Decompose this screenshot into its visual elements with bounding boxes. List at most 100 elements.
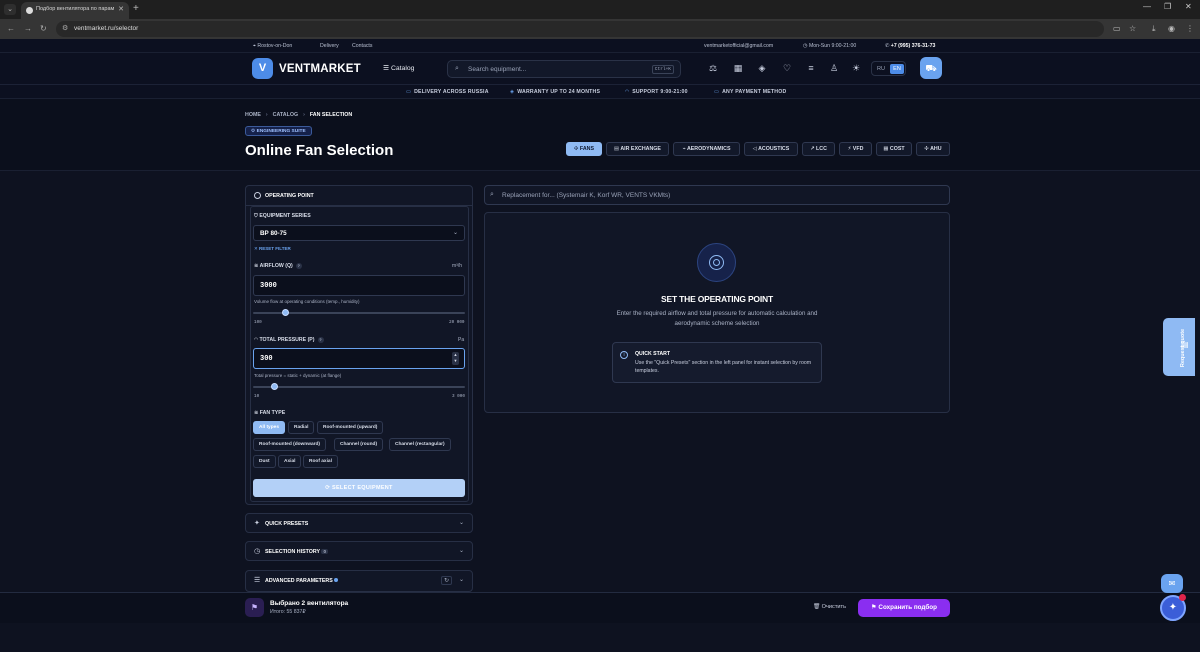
fan-type-dust[interactable]: Dust (253, 455, 276, 468)
fan-type-roof-upward[interactable]: Roof-mounted (upward) (317, 421, 384, 434)
favorites-heart-icon[interactable]: ♡ (781, 63, 793, 74)
fan-type-label: ≋ FAN TYPE (254, 410, 286, 416)
tab-list-chevron-icon[interactable]: ⌄ (4, 4, 16, 15)
new-tab-icon[interactable]: + (133, 3, 139, 14)
compare-scale-icon[interactable]: ⚖ (707, 63, 719, 74)
shield-icon: ◈ (510, 89, 515, 95)
tab-acoustics[interactable]: ◁ ACOUSTICS (744, 142, 798, 156)
delivery-link[interactable]: Delivery (320, 43, 339, 49)
selection-history-title: SELECTION HISTORY 0 (265, 549, 328, 555)
target-icon (697, 243, 736, 282)
search-box[interactable]: ⌕ Ctrl+K (447, 60, 681, 78)
airflow-min: 100 (254, 320, 262, 325)
replacement-search[interactable]: ⌕ (484, 185, 950, 205)
advanced-parameters-title: ADVANCED PARAMETERS (265, 578, 339, 584)
url-field[interactable]: ⚙ ventmarket.ru/selector (56, 21, 1104, 37)
chevron-down-icon: ⌄ (458, 548, 464, 554)
search-icon: ⌕ (490, 191, 494, 198)
quick-start-title: QUICK START (635, 351, 671, 357)
quick-start-box: i QUICK START Use the "Quick Presets" se… (612, 342, 822, 383)
spinner-arrows-icon[interactable]: ▲ ▼ (452, 352, 459, 365)
calculator-icon[interactable]: ▦ (732, 63, 744, 74)
airflow-slider-thumb[interactable] (281, 309, 289, 316)
advanced-parameters-accordion[interactable]: ☰ ADVANCED PARAMETERS ↻ ⌄ (245, 570, 473, 592)
series-select[interactable]: ВР 80-75 ⌄ (253, 225, 465, 241)
user-icon[interactable]: ♙ (828, 63, 840, 74)
contacts-link[interactable]: Contacts (352, 43, 372, 49)
tab-ahu[interactable]: ✣ AHU (916, 142, 950, 156)
fan-type-axial[interactable]: Axial (278, 455, 302, 468)
fan-type-channel-rectangular[interactable]: Channel (rectangular) (389, 438, 451, 451)
download-icon[interactable]: ⤓ (1152, 24, 1156, 34)
tab-title: Подбор вентилятора по парам... (36, 6, 114, 12)
pressure-input[interactable]: 300 ▲ ▼ (253, 348, 465, 369)
browser-menu-icon[interactable]: ⋮ (1186, 24, 1194, 33)
notification-dot (1179, 594, 1186, 601)
bookmark-star-icon[interactable]: ☆ (1129, 24, 1136, 33)
profile-icon[interactable]: ◉ (1168, 24, 1175, 33)
request-quote-tab[interactable] (1163, 318, 1195, 376)
replacement-input[interactable] (502, 190, 932, 201)
tab-vfd[interactable]: ⚡ VFD (839, 142, 872, 156)
cart-button[interactable]: ⛟ (920, 57, 942, 79)
breadcrumb-home[interactable]: HOME (245, 112, 261, 118)
chat-icon[interactable]: ✉ (1161, 574, 1183, 593)
select-equipment-button[interactable]: ⟳ SELECT EQUIPMENT (253, 479, 465, 497)
lang-en-button[interactable]: EN (890, 64, 904, 74)
reload-icon[interactable]: ↻ (40, 24, 47, 33)
fan-type-radial[interactable]: Radial (288, 421, 315, 434)
cast-icon[interactable]: ▭ (1113, 24, 1121, 33)
help-icon[interactable]: ? (295, 263, 302, 269)
clear-button[interactable]: 🗑 Очистить (813, 604, 846, 610)
city-selector[interactable]: ⌖ Rostov-on-Don (253, 43, 292, 50)
tab-aerodynamics[interactable]: ⌁ AERODYNAMICS (673, 142, 740, 156)
quick-presets-accordion[interactable]: ✦ QUICK PRESETS ⌄ (245, 513, 473, 533)
airflow-input[interactable]: 3000 (253, 275, 465, 296)
catalog-button[interactable]: ☰ Catalog (378, 61, 419, 76)
browser-tab[interactable]: Подбор вентилятора по парам... ✕ (21, 2, 129, 19)
fan-type-roof-downward[interactable]: Roof-mounted (downward) (253, 438, 327, 451)
airflow-max: 20 000 (449, 320, 465, 325)
tab-fans[interactable]: ✣ FANS (566, 142, 602, 156)
fan-type-roof-axial[interactable]: Roof axial (303, 455, 338, 468)
result-title: SET THE OPERATING POINT (661, 294, 773, 304)
site-info-icon[interactable]: ⚙ (62, 24, 68, 32)
theme-sun-icon[interactable]: ☀ (850, 63, 862, 74)
quick-start-text: Use the "Quick Presets" section in the l… (635, 360, 812, 374)
history-clock-icon: ◷ (254, 548, 261, 555)
phone-link[interactable]: ✆ +7 (995) 376-31-73 (885, 43, 935, 49)
airflow-unit: m³/h (452, 263, 462, 269)
reset-icon[interactable]: ↻ (440, 576, 452, 585)
back-icon[interactable]: ← (7, 24, 15, 33)
close-window-icon[interactable]: ✕ (1185, 2, 1192, 11)
tab-cost[interactable]: ▦ COST (876, 142, 912, 156)
maximize-icon[interactable]: ❐ (1164, 2, 1171, 11)
tab-lcc[interactable]: ↗ LCC (802, 142, 835, 156)
tab-close-icon[interactable]: ✕ (118, 5, 124, 13)
tab-air-exchange[interactable]: ▤ AIR EXCHANGE (606, 142, 669, 156)
breadcrumb-catalog[interactable]: CATALOG (273, 112, 298, 118)
email-link[interactable]: ventmarketofficial@gmail.com (704, 43, 773, 49)
forward-icon[interactable]: → (24, 24, 32, 33)
layers-icon[interactable]: ◈ (756, 63, 768, 74)
save-selection-button[interactable]: ⚑ Сохранить подбор (858, 599, 950, 617)
reset-filter-link[interactable]: ✕ RESET FILTER (254, 246, 291, 252)
lang-ru-button[interactable]: RU (874, 64, 888, 74)
airflow-hint: Volume flow at operating conditions (tem… (254, 299, 360, 304)
airflow-slider[interactable] (253, 309, 465, 316)
quick-presets-title: QUICK PRESETS (265, 521, 309, 527)
selection-history-accordion[interactable]: ◷ SELECTION HISTORY 0 ⌄ (245, 541, 473, 561)
pressure-slider[interactable] (253, 383, 465, 390)
list-icon[interactable]: ≡ (805, 63, 817, 73)
help-icon[interactable]: ? (317, 337, 324, 343)
search-input[interactable] (468, 64, 648, 75)
fan-type-all[interactable]: All types (253, 421, 285, 434)
language-switcher: RU EN (871, 61, 906, 76)
logo-mark[interactable]: V (252, 58, 273, 79)
fan-type-channel-round[interactable]: Channel (round) (334, 438, 384, 451)
url-text[interactable]: ventmarket.ru/selector (74, 25, 138, 32)
minimize-icon[interactable]: — (1143, 2, 1151, 11)
cart-icon: ⛟ (925, 63, 937, 73)
logo-text[interactable]: VENTMARKET (279, 63, 361, 75)
browser-tabbar: ⌄ Подбор вентилятора по парам... ✕ + — ❐… (0, 0, 1200, 19)
